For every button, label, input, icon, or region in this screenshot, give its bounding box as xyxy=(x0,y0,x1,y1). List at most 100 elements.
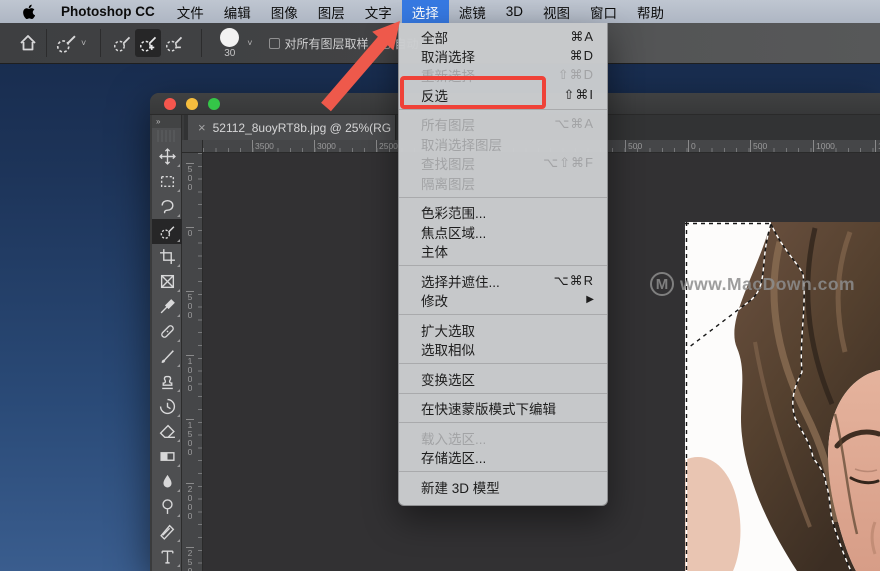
lasso-tool[interactable] xyxy=(152,194,182,219)
type-tool-icon xyxy=(159,548,176,565)
menu-item-取消选择[interactable]: 取消选择⌘D xyxy=(399,46,607,65)
menubar-item-视图[interactable]: 视图 xyxy=(533,0,580,23)
close-tab-icon[interactable]: × xyxy=(198,120,206,135)
eraser-tool[interactable] xyxy=(152,419,182,444)
menu-item-全部[interactable]: 全部⌘A xyxy=(399,27,607,46)
eyedropper-tool-icon xyxy=(159,298,176,315)
sample-all-layers-checkbox[interactable]: 对所有图层取样 xyxy=(269,35,369,52)
menubar-item-编辑[interactable]: 编辑 xyxy=(214,0,261,23)
macdown-logo-icon: M xyxy=(650,272,674,296)
menu-item-label: 隔离图层 xyxy=(421,173,475,193)
menu-item-选择并遮住[interactable]: 选择并遮住...⌥⌘R xyxy=(399,271,607,290)
quick-selection-preset-icon[interactable] xyxy=(55,32,77,54)
menu-item-label: 取消选择 xyxy=(421,46,475,66)
history-brush-tool-icon xyxy=(159,398,176,415)
menu-item-查找图层: 查找图层⌥⇧⌘F xyxy=(399,154,607,173)
brush-tool[interactable] xyxy=(152,344,182,369)
menu-item-变换选区[interactable]: 变换选区 xyxy=(399,369,607,388)
menubar-item-滤镜[interactable]: 滤镜 xyxy=(449,0,496,23)
ruler-mark: 5 0 0 xyxy=(186,291,194,320)
menu-separator xyxy=(399,314,607,315)
vertical-ruler: 5 0 005 0 01 0 0 01 5 0 02 0 0 02 5 0 0 xyxy=(182,153,203,571)
app-menu-title[interactable]: Photoshop CC xyxy=(49,4,167,19)
brush-size-picker[interactable]: 30 xyxy=(220,28,239,59)
spot-healing-tool-icon xyxy=(159,323,176,340)
marquee-tool[interactable] xyxy=(152,169,182,194)
submenu-arrow-icon: ▶ xyxy=(586,294,594,305)
add-to-selection-mode-button[interactable] xyxy=(135,29,161,57)
lasso-tool-icon xyxy=(159,198,176,215)
menu-item-焦点区域[interactable]: 焦点区域... xyxy=(399,222,607,241)
frame-tool-icon xyxy=(159,273,176,290)
ruler-mark: 1 xyxy=(875,140,880,153)
spot-healing-tool[interactable] xyxy=(152,319,182,344)
type-tool[interactable] xyxy=(152,544,182,569)
desktop: × 52112_8uoyRT8b.jpg @ 25%(RG » 35003000… xyxy=(0,0,880,571)
checkbox-icon[interactable] xyxy=(379,38,390,49)
dodge-tool-icon xyxy=(159,498,176,515)
menubar-item-图层[interactable]: 图层 xyxy=(308,0,355,23)
menubar-item-文件[interactable]: 文件 xyxy=(167,0,214,23)
menubar-item-文字[interactable]: 文字 xyxy=(355,0,402,23)
ruler-mark: 0 xyxy=(688,140,696,153)
document-tab-title: 52112_8uoyRT8b.jpg @ 25%(RG xyxy=(213,121,392,135)
menu-item-主体[interactable]: 主体 xyxy=(399,241,607,260)
subtract-from-selection-mode-button[interactable] xyxy=(161,29,187,57)
menu-item-label: 选取相似 xyxy=(421,339,475,359)
clone-stamp-tool[interactable] xyxy=(152,369,182,394)
chevron-down-icon[interactable]: ˅ xyxy=(81,38,86,48)
menu-item-label: 在快速蒙版模式下编辑 xyxy=(421,398,556,418)
new-selection-mode-button[interactable] xyxy=(109,29,135,57)
menu-item-label: 焦点区域... xyxy=(421,222,486,242)
ruler-mark: 1 5 0 0 xyxy=(186,419,194,457)
pen-tool[interactable] xyxy=(152,519,182,544)
crop-tool[interactable] xyxy=(152,244,182,269)
menu-item-色彩范围[interactable]: 色彩范围... xyxy=(399,203,607,222)
brush-tool-icon xyxy=(159,348,176,365)
gradient-tool[interactable] xyxy=(152,444,182,469)
menu-item-新建 3D 模型[interactable]: 新建 3D 模型 xyxy=(399,477,607,496)
menu-item-label: 查找图层 xyxy=(421,153,475,173)
home-icon[interactable] xyxy=(18,33,38,53)
gradient-tool-icon xyxy=(159,448,176,465)
menubar-item-选择[interactable]: 选择 xyxy=(402,0,449,23)
checkbox-icon[interactable] xyxy=(269,38,280,49)
zoom-window-button[interactable] xyxy=(208,98,220,110)
menu-item-修改[interactable]: 修改▶ xyxy=(399,290,607,309)
menu-item-shortcut: ⌘A xyxy=(570,29,594,45)
dodge-tool[interactable] xyxy=(152,494,182,519)
blur-tool-icon xyxy=(159,473,176,490)
apple-menu[interactable] xyxy=(0,4,49,20)
tools-panel-grip[interactable] xyxy=(157,130,176,142)
ruler-mark: 1 0 0 0 xyxy=(186,355,194,393)
history-brush-tool[interactable] xyxy=(152,394,182,419)
chevron-down-icon[interactable]: ˅ xyxy=(247,38,252,48)
menubar-item-3D[interactable]: 3D xyxy=(496,0,533,23)
ruler-mark: 2500 xyxy=(376,140,398,153)
menubar-item-图像[interactable]: 图像 xyxy=(261,0,308,23)
menu-item-存储选区[interactable]: 存储选区... xyxy=(399,447,607,466)
menubar-item-窗口[interactable]: 窗口 xyxy=(580,0,627,23)
menu-separator xyxy=(399,265,607,266)
quick-selection-tool-icon xyxy=(159,223,176,240)
menubar-item-帮助[interactable]: 帮助 xyxy=(627,0,674,23)
menu-item-扩大选取[interactable]: 扩大选取 xyxy=(399,320,607,339)
quick-selection-tool[interactable] xyxy=(152,219,182,244)
menu-item-shortcut: ⌥⌘A xyxy=(554,116,594,132)
menu-item-label: 变换选区 xyxy=(421,369,475,389)
document-image[interactable] xyxy=(685,222,880,571)
menu-separator xyxy=(399,197,607,198)
frame-tool[interactable] xyxy=(152,269,182,294)
move-tool[interactable] xyxy=(152,144,182,169)
eyedropper-tool[interactable] xyxy=(152,294,182,319)
marquee-tool-icon xyxy=(159,173,176,190)
menu-item-在快速蒙版模式下编辑[interactable]: 在快速蒙版模式下编辑 xyxy=(399,398,607,417)
menu-item-隔离图层: 隔离图层 xyxy=(399,173,607,192)
minimize-window-button[interactable] xyxy=(186,98,198,110)
document-tab[interactable]: × 52112_8uoyRT8b.jpg @ 25%(RG xyxy=(188,115,396,140)
tools-panel-collapse[interactable]: » xyxy=(152,115,181,128)
menu-item-选取相似[interactable]: 选取相似 xyxy=(399,339,607,358)
blur-tool[interactable] xyxy=(152,469,182,494)
close-window-button[interactable] xyxy=(164,98,176,110)
menu-separator xyxy=(399,393,607,394)
